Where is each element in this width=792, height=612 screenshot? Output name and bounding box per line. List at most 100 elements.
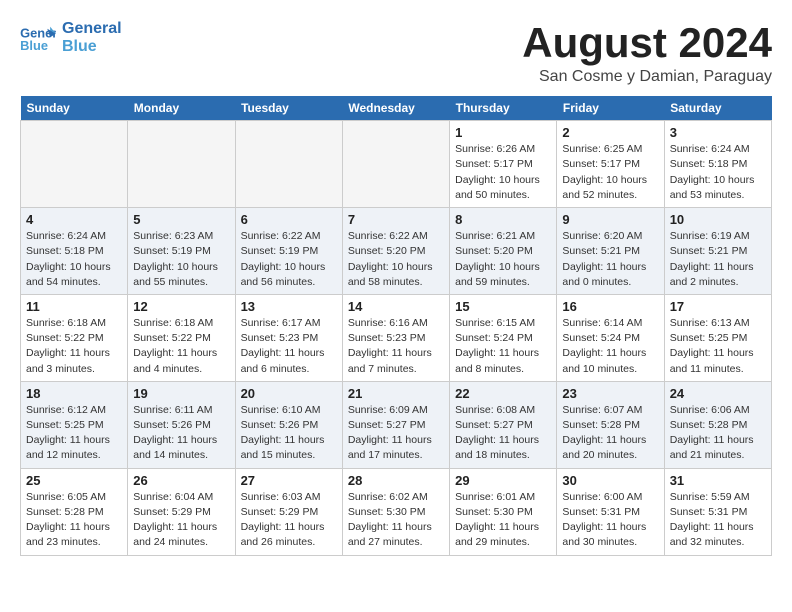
calendar-subtitle: San Cosme y Damian, Paraguay (522, 68, 772, 86)
day-number: 5 (133, 212, 229, 227)
calendar-week-row: 11 Sunrise: 6:18 AM Sunset: 5:22 PM Dayli… (21, 294, 772, 381)
calendar-week-row: 4 Sunrise: 6:24 AM Sunset: 5:18 PM Daylig… (21, 208, 772, 295)
day-info: Sunrise: 6:12 AM Sunset: 5:25 PM Dayligh… (26, 403, 122, 464)
day-number: 24 (670, 386, 766, 401)
day-info: Sunrise: 6:20 AM Sunset: 5:21 PM Dayligh… (562, 229, 658, 290)
table-row (342, 121, 449, 208)
day-info: Sunrise: 6:18 AM Sunset: 5:22 PM Dayligh… (26, 316, 122, 377)
day-number: 3 (670, 125, 766, 140)
day-info: Sunrise: 6:02 AM Sunset: 5:30 PM Dayligh… (348, 490, 444, 551)
day-info: Sunrise: 6:17 AM Sunset: 5:23 PM Dayligh… (241, 316, 337, 377)
day-number: 18 (26, 386, 122, 401)
day-number: 1 (455, 125, 551, 140)
table-row: 21Sunrise: 6:09 AM Sunset: 5:27 PM Dayli… (342, 381, 449, 468)
table-row: 7 Sunrise: 6:22 AM Sunset: 5:20 PM Daylig… (342, 208, 449, 295)
logo-blue: Blue (62, 38, 122, 56)
table-row: 23Sunrise: 6:07 AM Sunset: 5:28 PM Dayli… (557, 381, 664, 468)
day-number: 11 (26, 299, 122, 314)
day-info: Sunrise: 6:14 AM Sunset: 5:24 PM Dayligh… (562, 316, 658, 377)
table-row: 3 Sunrise: 6:24 AM Sunset: 5:18 PM Daylig… (664, 121, 771, 208)
table-row: 25Sunrise: 6:05 AM Sunset: 5:28 PM Dayli… (21, 468, 128, 555)
logo-icon: General Blue (20, 23, 56, 53)
day-info: Sunrise: 6:10 AM Sunset: 5:26 PM Dayligh… (241, 403, 337, 464)
table-row: 18 Sunrise: 6:12 AM Sunset: 5:25 PM Dayli… (21, 381, 128, 468)
day-number: 15 (455, 299, 551, 314)
table-row (21, 121, 128, 208)
table-row: 31Sunrise: 5:59 AM Sunset: 5:31 PM Dayli… (664, 468, 771, 555)
calendar-header-row: Sunday Monday Tuesday Wednesday Thursday… (21, 96, 772, 121)
day-info: Sunrise: 6:22 AM Sunset: 5:19 PM Dayligh… (241, 229, 337, 290)
day-info: Sunrise: 5:59 AM Sunset: 5:31 PM Dayligh… (670, 490, 766, 551)
day-number: 13 (241, 299, 337, 314)
day-number: 16 (562, 299, 658, 314)
col-friday: Friday (557, 96, 664, 121)
table-row: 24Sunrise: 6:06 AM Sunset: 5:28 PM Dayli… (664, 381, 771, 468)
day-number: 10 (670, 212, 766, 227)
day-info: Sunrise: 6:01 AM Sunset: 5:30 PM Dayligh… (455, 490, 551, 551)
table-row: 4 Sunrise: 6:24 AM Sunset: 5:18 PM Daylig… (21, 208, 128, 295)
table-row: 16 Sunrise: 6:14 AM Sunset: 5:24 PM Dayli… (557, 294, 664, 381)
calendar-week-row: 18 Sunrise: 6:12 AM Sunset: 5:25 PM Dayli… (21, 381, 772, 468)
day-number: 7 (348, 212, 444, 227)
day-number: 29 (455, 473, 551, 488)
col-saturday: Saturday (664, 96, 771, 121)
day-number: 25 (26, 473, 122, 488)
day-info: Sunrise: 6:24 AM Sunset: 5:18 PM Dayligh… (26, 229, 122, 290)
day-info: Sunrise: 6:13 AM Sunset: 5:25 PM Dayligh… (670, 316, 766, 377)
day-info: Sunrise: 6:18 AM Sunset: 5:22 PM Dayligh… (133, 316, 229, 377)
table-row: 10 Sunrise: 6:19 AM Sunset: 5:21 PM Dayli… (664, 208, 771, 295)
day-info: Sunrise: 6:22 AM Sunset: 5:20 PM Dayligh… (348, 229, 444, 290)
table-row: 29 Sunrise: 6:01 AM Sunset: 5:30 PM Dayli… (450, 468, 557, 555)
table-row: 28 Sunrise: 6:02 AM Sunset: 5:30 PM Dayli… (342, 468, 449, 555)
day-info: Sunrise: 6:23 AM Sunset: 5:19 PM Dayligh… (133, 229, 229, 290)
day-info: Sunrise: 6:15 AM Sunset: 5:24 PM Dayligh… (455, 316, 551, 377)
table-row (235, 121, 342, 208)
logo: General Blue General Blue (20, 20, 122, 56)
day-number: 6 (241, 212, 337, 227)
day-number: 21 (348, 386, 444, 401)
table-row: 1 Sunrise: 6:26 AM Sunset: 5:17 PM Daylig… (450, 121, 557, 208)
table-row: 20 Sunrise: 6:10 AM Sunset: 5:26 PM Dayli… (235, 381, 342, 468)
table-row: 13 Sunrise: 6:17 AM Sunset: 5:23 PM Dayli… (235, 294, 342, 381)
page-header: General Blue General Blue August 2024 Sa… (20, 20, 772, 86)
day-number: 28 (348, 473, 444, 488)
table-row: 12Sunrise: 6:18 AM Sunset: 5:22 PM Dayli… (128, 294, 235, 381)
day-number: 26 (133, 473, 229, 488)
table-row: 15 Sunrise: 6:15 AM Sunset: 5:24 PM Dayli… (450, 294, 557, 381)
day-info: Sunrise: 6:08 AM Sunset: 5:27 PM Dayligh… (455, 403, 551, 464)
day-info: Sunrise: 6:24 AM Sunset: 5:18 PM Dayligh… (670, 142, 766, 203)
day-number: 23 (562, 386, 658, 401)
svg-text:Blue: Blue (20, 38, 48, 53)
day-info: Sunrise: 6:11 AM Sunset: 5:26 PM Dayligh… (133, 403, 229, 464)
calendar-table: Sunday Monday Tuesday Wednesday Thursday… (20, 96, 772, 555)
calendar-title: August 2024 (522, 20, 772, 66)
day-info: Sunrise: 6:03 AM Sunset: 5:29 PM Dayligh… (241, 490, 337, 551)
table-row: 30 Sunrise: 6:00 AM Sunset: 5:31 PM Dayli… (557, 468, 664, 555)
day-number: 30 (562, 473, 658, 488)
day-info: Sunrise: 6:25 AM Sunset: 5:17 PM Dayligh… (562, 142, 658, 203)
day-info: Sunrise: 6:19 AM Sunset: 5:21 PM Dayligh… (670, 229, 766, 290)
table-row: 5 Sunrise: 6:23 AM Sunset: 5:19 PM Daylig… (128, 208, 235, 295)
table-row: 2 Sunrise: 6:25 AM Sunset: 5:17 PM Daylig… (557, 121, 664, 208)
day-number: 14 (348, 299, 444, 314)
day-number: 9 (562, 212, 658, 227)
col-sunday: Sunday (21, 96, 128, 121)
day-number: 2 (562, 125, 658, 140)
day-info: Sunrise: 6:26 AM Sunset: 5:17 PM Dayligh… (455, 142, 551, 203)
table-row: 19Sunrise: 6:11 AM Sunset: 5:26 PM Dayli… (128, 381, 235, 468)
day-number: 20 (241, 386, 337, 401)
table-row (128, 121, 235, 208)
col-tuesday: Tuesday (235, 96, 342, 121)
logo-general: General (62, 20, 122, 38)
table-row: 6 Sunrise: 6:22 AM Sunset: 5:19 PM Daylig… (235, 208, 342, 295)
day-number: 22 (455, 386, 551, 401)
day-number: 4 (26, 212, 122, 227)
calendar-title-area: August 2024 San Cosme y Damian, Paraguay (522, 20, 772, 86)
calendar-week-row: 1 Sunrise: 6:26 AM Sunset: 5:17 PM Daylig… (21, 121, 772, 208)
calendar-week-row: 25Sunrise: 6:05 AM Sunset: 5:28 PM Dayli… (21, 468, 772, 555)
table-row: 22 Sunrise: 6:08 AM Sunset: 5:27 PM Dayli… (450, 381, 557, 468)
day-info: Sunrise: 6:21 AM Sunset: 5:20 PM Dayligh… (455, 229, 551, 290)
table-row: 26 Sunrise: 6:04 AM Sunset: 5:29 PM Dayli… (128, 468, 235, 555)
day-info: Sunrise: 6:04 AM Sunset: 5:29 PM Dayligh… (133, 490, 229, 551)
day-info: Sunrise: 6:00 AM Sunset: 5:31 PM Dayligh… (562, 490, 658, 551)
